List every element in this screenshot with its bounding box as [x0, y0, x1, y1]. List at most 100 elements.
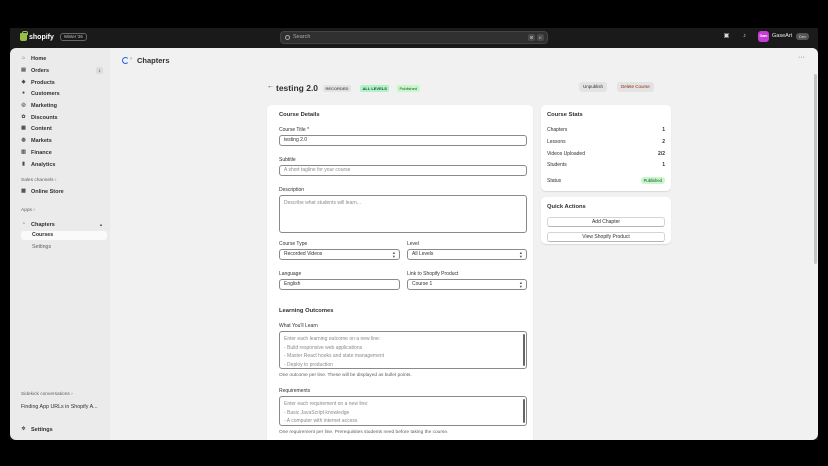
store-avatar[interactable]: Gam	[758, 31, 769, 42]
level-value: All Levels	[412, 251, 434, 257]
orders-count-badge: 1	[96, 67, 103, 74]
sidebar-item-settings-app[interactable]: Settings	[21, 243, 107, 252]
page-scrollbar[interactable]	[814, 74, 817, 264]
course-type-badge: RECORDED	[323, 85, 351, 92]
stat-label: Lessons	[547, 139, 566, 145]
sidebar-item-settings[interactable]: ✲ Settings	[21, 425, 52, 434]
select-chevron-icon: ▴ ▾	[519, 250, 522, 259]
course-stats-title: Course Stats	[547, 112, 583, 118]
store-name[interactable]: GaseArt	[772, 33, 792, 39]
sidebar-item-label: Orders	[31, 67, 50, 74]
edition-badge: Winter '26	[60, 33, 87, 41]
sidebar: ⌂ Home ▤ Orders 1 ◆ Products ● Customers ◎ Ma…	[10, 48, 110, 440]
sidebar-item-marketing[interactable]: ◎ Marketing	[21, 101, 57, 110]
sidebar-item-label: Customers	[31, 90, 60, 97]
shopify-product-select[interactable]: Course 1 ▴ ▾	[407, 279, 527, 290]
textarea-line: Enter each learning outcome on a new lin…	[284, 336, 381, 342]
sales-channels-heading[interactable]: Sales channels ›	[21, 178, 56, 183]
learn-help-text: One outcome per line. These will be disp…	[279, 373, 412, 378]
course-title-label: Course Title *	[279, 127, 310, 133]
sidebar-item-label: Chapters	[31, 221, 55, 228]
dev-badge: Dev	[796, 32, 810, 40]
course-details-title: Course Details	[279, 112, 320, 118]
more-options-icon[interactable]: ···	[798, 54, 805, 61]
main-area: › Chapters ··· ← testing 2.0 RECORDED AL…	[110, 48, 818, 440]
course-details-card: Course Details Course Title * testing 2.…	[267, 105, 533, 440]
what-youll-learn-textarea[interactable]: Enter each learning outcome on a new lin…	[279, 331, 527, 369]
textarea-line: - Deploy to production	[284, 361, 333, 368]
sidekick-label: Sidekick conversations	[21, 392, 70, 397]
sidebar-item-chapters[interactable]: ◔ Chapters	[21, 220, 55, 229]
sidebar-item-label: Markets	[31, 137, 52, 144]
requirements-label: Requirements	[279, 388, 311, 394]
textarea-scrollbar[interactable]	[523, 334, 525, 366]
course-title-input[interactable]: testing 2.0	[279, 135, 527, 146]
sidebar-item-discounts[interactable]: ✿ Discounts	[21, 113, 58, 122]
language-input[interactable]: English	[279, 279, 400, 290]
textarea-scrollbar[interactable]	[523, 399, 525, 423]
app-title: Chapters	[137, 56, 170, 65]
language-label: Language	[279, 271, 302, 277]
subtitle-input[interactable]: A short tagline for your course	[279, 165, 527, 176]
sidebar-item-content[interactable]: ▦ Content	[21, 124, 52, 133]
view-shopify-product-button[interactable]: View Shopify Product	[547, 232, 665, 242]
sidebar-item-label: Discounts	[31, 114, 58, 121]
add-chapter-button[interactable]: Add Chapter	[547, 217, 665, 227]
what-youll-learn-label: What You'll Learn	[279, 323, 318, 329]
sidebar-item-customers[interactable]: ● Customers	[21, 89, 60, 98]
home-icon: ⌂	[21, 55, 26, 61]
sidebar-item-markets[interactable]: ◍ Markets	[21, 136, 52, 145]
quick-actions-title: Quick Actions	[547, 204, 586, 210]
content-icon: ▦	[21, 125, 26, 131]
description-textarea[interactable]: Describe what students will learn...	[279, 195, 527, 233]
logo-text: shopify	[29, 33, 54, 41]
level-select[interactable]: All Levels ▴ ▾	[407, 249, 527, 260]
search-bar[interactable]: Search ⌘ K	[280, 31, 548, 44]
requirements-textarea[interactable]: Enter each requirement on a new line: - …	[279, 396, 527, 426]
pin-icon[interactable]: ▲	[99, 222, 103, 227]
back-arrow-icon[interactable]: ←	[267, 83, 274, 90]
sidebar-item-orders[interactable]: ▤ Orders	[21, 66, 49, 75]
orders-icon: ▤	[21, 67, 26, 73]
learning-outcomes-title: Learning Outcomes	[279, 308, 334, 314]
stat-label: Status	[547, 178, 562, 184]
sidebar-item-home[interactable]: ⌂ Home	[21, 54, 46, 63]
stat-row-chapters: Chapters 1	[547, 127, 665, 135]
sidebar-item-finance[interactable]: ▥ Finance	[21, 148, 52, 157]
search-placeholder: Search	[293, 34, 311, 40]
sidebar-item-label: Home	[31, 55, 47, 62]
sidebar-item-label: Marketing	[31, 102, 57, 109]
globe-icon: ◍	[21, 137, 26, 143]
delete-course-button[interactable]: Delete Course	[617, 82, 654, 92]
store-icon: ▩	[21, 188, 26, 194]
sales-channels-label: Sales channels	[21, 178, 54, 183]
top-bar: shopify Winter '26 Search ⌘ K ▣ ♪ Gam Ga…	[10, 28, 818, 48]
description-label: Description	[279, 187, 305, 193]
sidebar-item-label: Content	[31, 125, 52, 132]
subtitle-label: Subtitle	[279, 157, 296, 163]
sidebar-item-analytics[interactable]: ▮ Analytics	[21, 160, 55, 169]
inbox-icon[interactable]: ▣	[723, 33, 730, 40]
person-icon: ●	[21, 90, 26, 96]
sidekick-conversation-item[interactable]: Finding App URLs in Shopify A...	[21, 404, 98, 410]
apps-heading[interactable]: Apps ›	[21, 208, 35, 213]
unpublish-button[interactable]: Unpublish	[579, 82, 608, 92]
shopify-logo[interactable]: shopify	[20, 31, 54, 41]
target-icon: ◎	[21, 102, 26, 108]
gear-icon: ✲	[21, 426, 26, 432]
bell-icon[interactable]: ♪	[741, 33, 748, 40]
sidebar-item-label: Online Store	[31, 188, 64, 195]
textarea-line: - Basic JavaScript knowledge	[284, 409, 350, 416]
page-title: testing 2.0	[276, 83, 319, 93]
stat-value: 2	[662, 139, 665, 145]
select-chevron-icon: ▴ ▾	[519, 280, 522, 289]
course-type-select[interactable]: Recorded Videos ▴ ▾	[279, 249, 400, 260]
sidebar-item-courses[interactable]: Courses	[21, 231, 107, 240]
stat-row-status: Status Published	[547, 177, 665, 186]
sidekick-heading[interactable]: Sidekick conversations ›	[21, 392, 73, 397]
stat-value: 1	[662, 127, 665, 133]
apps-label: Apps	[21, 208, 32, 213]
stat-row-students: Students 1	[547, 162, 665, 170]
sidebar-item-online-store[interactable]: ▩ Online Store	[21, 187, 64, 196]
sidebar-item-products[interactable]: ◆ Products	[21, 78, 55, 87]
